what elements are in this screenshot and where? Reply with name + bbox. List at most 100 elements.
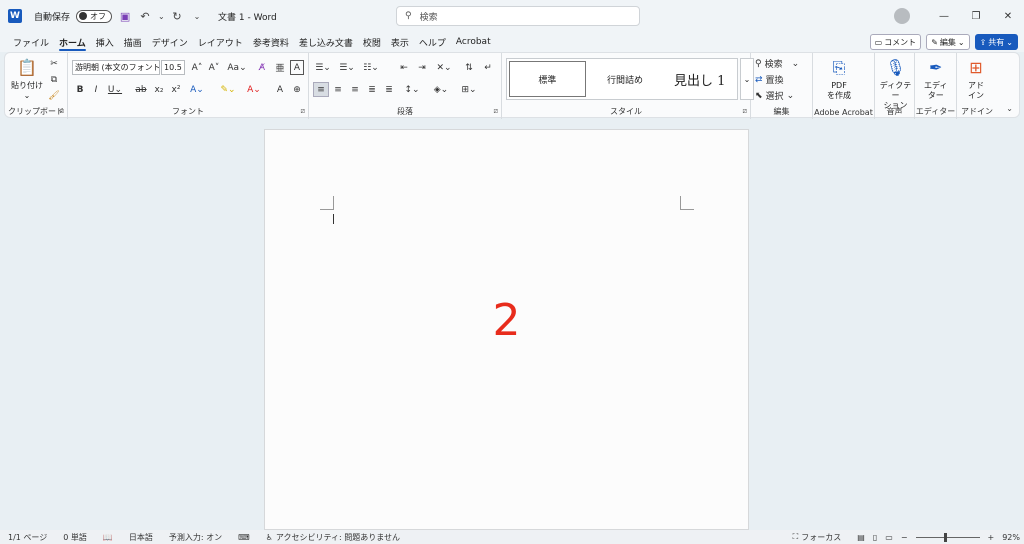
borders-icon[interactable]: ⊞⌄	[459, 82, 479, 97]
editing-mode-button[interactable]: ✎ 編集 ⌄	[926, 34, 970, 50]
addins-button[interactable]: ⊞ アド イン	[965, 57, 987, 101]
avatar[interactable]	[894, 8, 910, 24]
proofing-status[interactable]: 📖	[95, 533, 121, 542]
crop-mark-top-left	[320, 196, 334, 210]
decrease-indent-icon[interactable]: ⇤	[397, 60, 411, 75]
accessibility-status[interactable]: ♿ アクセシビリティ: 問題ありません	[258, 532, 408, 543]
bold-icon[interactable]: B	[74, 82, 86, 97]
bullets-icon[interactable]: ☰⌄	[313, 60, 333, 75]
distributed-icon[interactable]: ≣	[382, 82, 396, 97]
editor-button[interactable]: ✒ エディ ター	[924, 57, 947, 101]
focus-mode-button[interactable]: ⛶ フォーカス	[785, 532, 850, 543]
tab-view[interactable]: 表示	[386, 32, 414, 52]
language-status[interactable]: 日本語	[121, 532, 161, 543]
character-shading-icon[interactable]: A	[273, 82, 287, 97]
minimize-button[interactable]: —	[928, 0, 960, 32]
undo-icon[interactable]: ↶	[138, 10, 152, 23]
redo-icon[interactable]: ↻	[170, 10, 184, 23]
dialog-launcher-icon[interactable]: ⧄	[60, 107, 64, 116]
align-left-icon[interactable]: ≡	[313, 82, 329, 97]
line-spacing-icon[interactable]: ↕⌄	[402, 82, 422, 97]
tab-design[interactable]: デザイン	[147, 32, 193, 52]
subscript-icon[interactable]: x₂	[152, 82, 166, 97]
style-heading-1[interactable]: 見出し 1	[662, 59, 737, 99]
tab-mailings[interactable]: 差し込み文書	[294, 32, 358, 52]
change-case-icon[interactable]: Aa⌄	[226, 60, 248, 75]
superscript-icon[interactable]: x²	[169, 82, 183, 97]
zoom-out-icon[interactable]: −	[901, 533, 908, 542]
multilevel-list-icon[interactable]: ☷⌄	[361, 60, 381, 75]
zoom-slider-thumb[interactable]	[943, 532, 947, 542]
zoom-slider[interactable]	[915, 532, 980, 542]
tab-review[interactable]: 校閲	[358, 32, 386, 52]
dialog-launcher-icon[interactable]: ⧄	[301, 107, 305, 116]
web-layout-icon[interactable]: ▭	[885, 533, 893, 542]
dialog-launcher-icon[interactable]: ⧄	[743, 107, 747, 116]
italic-icon[interactable]: I	[90, 82, 102, 97]
tab-acrobat[interactable]: Acrobat	[451, 32, 496, 52]
read-mode-icon[interactable]: ▤	[857, 533, 865, 542]
grow-font-icon[interactable]: A˄	[190, 60, 204, 75]
shrink-font-icon[interactable]: A˅	[207, 60, 221, 75]
share-button[interactable]: ⇪ 共有 ⌄	[974, 34, 1018, 50]
dictation-button[interactable]: 🎙 ディクテー ション	[877, 57, 914, 111]
document-page[interactable]: 2	[264, 129, 749, 530]
dialog-launcher-icon[interactable]: ⧄	[494, 107, 498, 116]
format-painter-icon[interactable]: 🖌	[47, 89, 61, 103]
strikethrough-icon[interactable]: ab	[134, 82, 148, 97]
font-color-icon[interactable]: A⌄	[244, 82, 264, 97]
cut-icon[interactable]: ✂	[47, 57, 61, 71]
clear-formatting-icon[interactable]: A̸	[255, 60, 269, 75]
zoom-level[interactable]: 92%	[1002, 533, 1020, 542]
align-right-icon[interactable]: ≡	[348, 82, 362, 97]
tab-draw[interactable]: 描画	[119, 32, 147, 52]
style-normal[interactable]: 標準	[509, 61, 586, 97]
enclosed-characters-icon[interactable]: ⊕	[290, 82, 304, 97]
paste-label: 貼り付け	[11, 81, 43, 90]
sort-icon[interactable]: ⇅	[462, 60, 476, 75]
autosave-toggle[interactable]: オフ	[76, 9, 113, 23]
restore-button[interactable]: ❐	[960, 0, 992, 32]
input-mode-status[interactable]: ⌨	[230, 533, 258, 542]
show-formatting-icon[interactable]: ↵	[481, 60, 495, 75]
enclose-characters-icon[interactable]: A	[290, 60, 304, 75]
comments-button[interactable]: ▭ コメント	[869, 34, 922, 50]
style-no-spacing[interactable]: 行間詰め	[588, 59, 663, 99]
highlight-color-icon[interactable]: ✎⌄	[218, 82, 238, 97]
zoom-in-icon[interactable]: +	[988, 533, 995, 542]
paste-button[interactable]: 📋 貼り付け ⌄	[11, 57, 43, 101]
justify-icon[interactable]: ≣	[365, 82, 379, 97]
replace-button[interactable]: ⇄ 置換	[755, 73, 784, 87]
search-input[interactable]: ⚲ 検索	[396, 6, 640, 26]
create-pdf-button[interactable]: ⎘ PDF を作成	[827, 57, 851, 101]
customize-toolbar-icon[interactable]: ⌄	[190, 12, 204, 21]
select-button[interactable]: ⬉ 選択 ⌄	[755, 89, 794, 103]
font-size-select[interactable]: 10.5	[161, 60, 185, 75]
numbering-icon[interactable]: ☰⌄	[337, 60, 357, 75]
text-predictions-status[interactable]: 予測入力: オン	[161, 532, 230, 543]
phonetic-guide-icon[interactable]: 亜	[273, 60, 287, 75]
page-count[interactable]: 1/1 ページ	[0, 532, 55, 543]
text-effects-icon[interactable]: A⌄	[188, 82, 206, 97]
close-button[interactable]: ✕	[992, 0, 1024, 32]
copy-icon[interactable]: ⧉	[47, 73, 61, 87]
undo-dropdown-chevron-icon[interactable]: ⌄	[158, 12, 165, 21]
font-name-select[interactable]: 游明朝 (本文のフォント	[72, 60, 160, 75]
tab-references[interactable]: 参考資料	[248, 32, 294, 52]
tab-insert[interactable]: 挿入	[91, 32, 119, 52]
tab-home[interactable]: ホーム	[54, 32, 91, 52]
cursor-icon: ⬉	[755, 90, 763, 101]
collapse-ribbon-icon[interactable]: ⌄	[1006, 104, 1013, 113]
asian-layout-icon[interactable]: ✕⌄	[434, 60, 454, 75]
find-button[interactable]: ⚲ 検索 ⌄	[755, 57, 799, 71]
print-layout-icon[interactable]: ▯	[873, 533, 877, 542]
align-center-icon[interactable]: ≡	[331, 82, 345, 97]
shading-icon[interactable]: ◈⌄	[431, 82, 451, 97]
tab-file[interactable]: ファイル	[8, 32, 54, 52]
word-count[interactable]: 0 単語	[55, 532, 95, 543]
save-icon[interactable]: ▣	[118, 10, 132, 23]
tab-layout[interactable]: レイアウト	[193, 32, 248, 52]
increase-indent-icon[interactable]: ⇥	[415, 60, 429, 75]
tab-help[interactable]: ヘルプ	[414, 32, 451, 52]
underline-icon[interactable]: U⌄	[107, 82, 123, 97]
